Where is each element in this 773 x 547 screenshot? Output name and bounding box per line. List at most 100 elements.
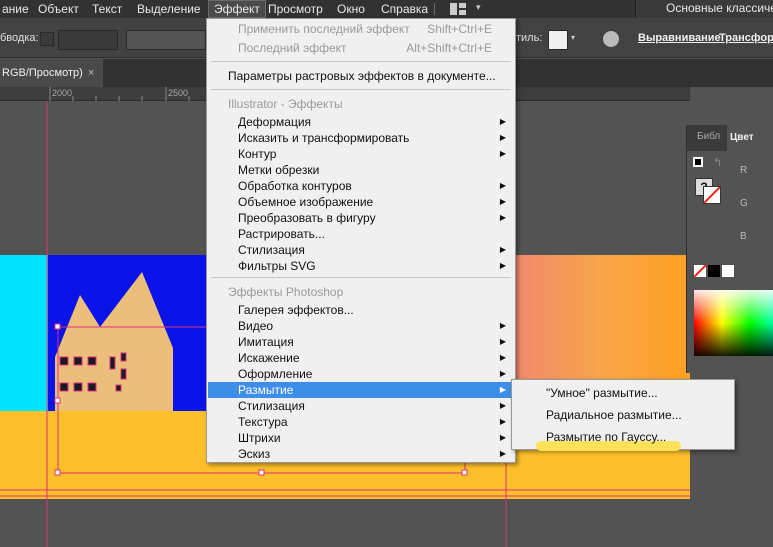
submenu-arrow-icon: ▶: [499, 385, 506, 394]
submenu-arrow-icon: ▶: [499, 337, 506, 346]
menu-item-label: Оформление: [238, 367, 313, 381]
menu-item-label: Эскиз: [238, 447, 271, 461]
menu-item-label: Контур: [238, 147, 277, 161]
panel-tabs: Библ Цвет: [687, 125, 773, 151]
menu-item-label: Обработка контуров: [238, 179, 352, 193]
menu-separator: [211, 61, 511, 62]
menu-item-warp[interactable]: Деформация ▶: [208, 114, 514, 130]
menu-item-label: Текстура: [238, 415, 288, 429]
default-colors-icon[interactable]: [693, 157, 703, 167]
menu-item-convert-to-shape[interactable]: Преобразовать в фигуру ▶: [208, 210, 514, 226]
submenu-arrow-icon: ▶: [499, 213, 506, 222]
close-icon[interactable]: ×: [88, 59, 94, 87]
menu-view[interactable]: Просмотр: [268, 1, 323, 17]
menu-item-brush-strokes[interactable]: Штрихи ▶: [208, 430, 514, 446]
menu-item-label: Метки обрезки: [238, 163, 320, 177]
quick-swatches[interactable]: [693, 264, 734, 278]
menu-item-label: Искажение: [238, 351, 300, 365]
menu-item-sketch[interactable]: Эскиз ▶: [208, 446, 514, 462]
recolor-artwork-icon[interactable]: [603, 31, 619, 47]
menu-item-apply-last-effect[interactable]: Применить последний эффект Shift+Ctrl+E: [208, 21, 514, 37]
transform-link[interactable]: Трансформ: [719, 32, 773, 44]
submenu-arrow-icon: ▶: [499, 117, 506, 126]
submenu-item-radial-blur[interactable]: Радиальное размытие...: [513, 406, 733, 424]
document-tab[interactable]: RGB/Просмотр) ×: [0, 59, 103, 87]
document-tab-title: RGB/Просмотр): [2, 67, 83, 79]
menu-item-label: Стилизация: [238, 399, 305, 413]
menu-item-effect-gallery[interactable]: Галерея эффектов...: [208, 302, 514, 318]
menu-item-label: Применить последний эффект: [238, 22, 410, 36]
submenu-arrow-icon: ▶: [499, 433, 506, 442]
submenu-item-smart-blur[interactable]: "Умное" размытие...: [513, 384, 733, 402]
menu-item-blur[interactable]: Размытие ▶: [208, 382, 514, 398]
menu-select[interactable]: Выделение: [137, 1, 201, 17]
menu-item-3d[interactable]: Объемное изображение ▶: [208, 194, 514, 210]
submenu-arrow-icon: ▶: [499, 197, 506, 206]
cyan-block: [0, 255, 48, 411]
submenu-arrow-icon: ▶: [499, 181, 506, 190]
menu-item-path[interactable]: Контур ▶: [208, 146, 514, 162]
menu-item-crop-marks[interactable]: Метки обрезки: [208, 162, 514, 178]
menu-item-label: Штрихи: [238, 431, 281, 445]
menu-item-shortcut: Alt+Shift+Ctrl+E: [406, 41, 492, 55]
menu-section-photoshop: Эффекты Photoshop: [228, 285, 344, 299]
menu-item-pathfinder[interactable]: Обработка контуров ▶: [208, 178, 514, 194]
stroke-weight-input[interactable]: [58, 30, 118, 50]
submenu-arrow-icon: ▶: [499, 321, 506, 330]
menu-item-svg-filters[interactable]: Фильтры SVG ▶: [208, 258, 514, 274]
menu-window-partial[interactable]: ание: [2, 1, 29, 17]
menu-item-last-effect[interactable]: Последний эффект Alt+Shift+Ctrl+E: [208, 40, 514, 56]
arrange-documents-icon[interactable]: [450, 3, 470, 15]
menu-separator: [211, 89, 511, 90]
menu-text[interactable]: Текст: [92, 1, 122, 17]
swap-colors-icon[interactable]: ↰: [713, 156, 722, 169]
menu-separator: [211, 277, 511, 278]
style-chevron-icon[interactable]: ▾: [571, 33, 575, 42]
workspace-switcher[interactable]: Основные классиче: [635, 0, 773, 18]
menubar-divider: [434, 3, 435, 15]
channel-g-label: G: [740, 198, 748, 209]
chevron-down-icon[interactable]: ▾: [476, 2, 481, 13]
submenu-arrow-icon: ▶: [499, 449, 506, 458]
menu-item-label: Преобразовать в фигуру: [238, 211, 376, 225]
submenu-arrow-icon: ▶: [499, 245, 506, 254]
menu-item-artistic[interactable]: Имитация ▶: [208, 334, 514, 350]
menu-window[interactable]: Окно: [337, 1, 365, 17]
color-spectrum[interactable]: [694, 290, 773, 356]
menu-item-label: Видео: [238, 319, 274, 333]
menu-effect[interactable]: Эффект: [208, 0, 266, 18]
submenu-arrow-icon: ▶: [499, 133, 506, 142]
graphic-style-swatch[interactable]: [548, 30, 568, 50]
menu-item-distort-transform[interactable]: Исказить и трансформировать ▶: [208, 130, 514, 146]
channel-r-label: R: [740, 165, 748, 176]
menu-item-pixelate[interactable]: Оформление ▶: [208, 366, 514, 382]
none-slash-icon: [703, 186, 721, 204]
menu-item-label: Фильтры SVG: [238, 259, 316, 273]
tab-color[interactable]: Цвет: [727, 125, 773, 151]
menu-item-label: Последний эффект: [238, 41, 347, 55]
stroke-weight-spinner[interactable]: [40, 32, 54, 46]
submenu-arrow-icon: ▶: [499, 149, 506, 158]
menu-item-rasterize[interactable]: Растрировать...: [208, 226, 514, 242]
menu-item-stylize-ps[interactable]: Стилизация ▶: [208, 398, 514, 414]
stroke-label: бводка:: [0, 32, 39, 44]
stroke-swatch[interactable]: [703, 186, 721, 204]
menu-item-distort[interactable]: Искажение ▶: [208, 350, 514, 366]
menu-item-raster-settings[interactable]: Параметры растровых эффектов в документе…: [208, 68, 514, 84]
align-link[interactable]: Выравнивание: [638, 32, 721, 44]
submenu-arrow-icon: ▶: [499, 401, 506, 410]
menu-item-label: Имитация: [238, 335, 294, 349]
menu-help[interactable]: Справка: [381, 1, 428, 17]
tab-libraries[interactable]: Библ: [697, 131, 720, 142]
menu-item-video[interactable]: Видео ▶: [208, 318, 514, 334]
style-label: тиль:: [516, 32, 543, 44]
menu-item-label: Параметры растровых эффектов в документе…: [228, 69, 496, 83]
submenu-arrow-icon: ▶: [499, 353, 506, 362]
menu-object[interactable]: Объект: [38, 1, 79, 17]
menu-item-label: Размытие: [238, 383, 294, 397]
variable-width-profile[interactable]: [126, 30, 206, 50]
submenu-item-gaussian-blur[interactable]: Размытие по Гауссу...: [513, 428, 733, 446]
menu-item-stylize[interactable]: Стилизация ▶: [208, 242, 514, 258]
menu-item-shortcut: Shift+Ctrl+E: [427, 22, 492, 36]
menu-item-texture[interactable]: Текстура ▶: [208, 414, 514, 430]
